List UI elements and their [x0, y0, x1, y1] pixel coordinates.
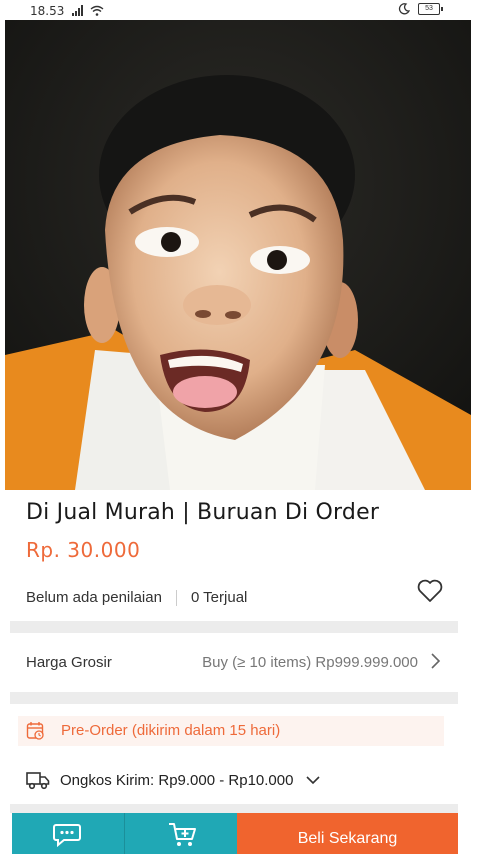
buy-now-button[interactable]: Beli Sekarang [237, 813, 458, 854]
wifi-icon [90, 5, 104, 16]
rating-separator [175, 589, 177, 606]
signal-icon [72, 5, 83, 16]
status-right-icons: 53 [398, 3, 443, 15]
signal-wifi-icons [72, 5, 104, 19]
add-to-cart-button[interactable] [124, 813, 237, 854]
rating-text: Belum ada penilaian [26, 589, 162, 606]
wholesale-price-row[interactable]: Harga Grosir Buy (≥ 10 items) Rp999.999.… [10, 634, 458, 692]
section-divider [10, 692, 458, 704]
product-title: Di Jual Murah | Buruan Di Order [26, 500, 380, 525]
battery-icon: 53 [418, 3, 443, 15]
bottom-action-bar: Beli Sekarang [12, 813, 458, 854]
wholesale-label: Harga Grosir [26, 654, 112, 671]
calendar-clock-icon [26, 722, 44, 740]
chat-button[interactable] [12, 813, 124, 854]
preorder-banner: Pre-Order (dikirim dalam 15 hari) [18, 716, 444, 746]
shipping-row[interactable]: Ongkos Kirim: Rp9.000 - Rp10.000 [26, 765, 321, 795]
product-photo[interactable] [5, 20, 471, 490]
status-bar: 18.53 53 [0, 0, 480, 22]
product-photo-image [5, 20, 471, 490]
rating-row: Belum ada penilaian 0 Terjual [26, 589, 247, 606]
moon-icon [398, 3, 410, 15]
chevron-down-icon [306, 776, 321, 785]
shipping-cost: Ongkos Kirim: Rp9.000 - Rp10.000 [60, 771, 294, 789]
wholesale-value: Buy (≥ 10 items) Rp999.999.000 [202, 654, 418, 671]
truck-icon [26, 772, 50, 790]
product-price: Rp. 30.000 [26, 538, 141, 562]
section-divider [10, 804, 458, 813]
heart-icon[interactable] [416, 577, 444, 605]
chevron-right-icon [431, 653, 441, 669]
status-time: 18.53 [30, 4, 65, 18]
chat-icon [53, 824, 81, 847]
cart-add-icon [169, 823, 196, 846]
preorder-text: Pre-Order (dikirim dalam 15 hari) [61, 722, 281, 739]
section-divider [10, 621, 458, 633]
sold-count: 0 Terjual [190, 589, 248, 606]
